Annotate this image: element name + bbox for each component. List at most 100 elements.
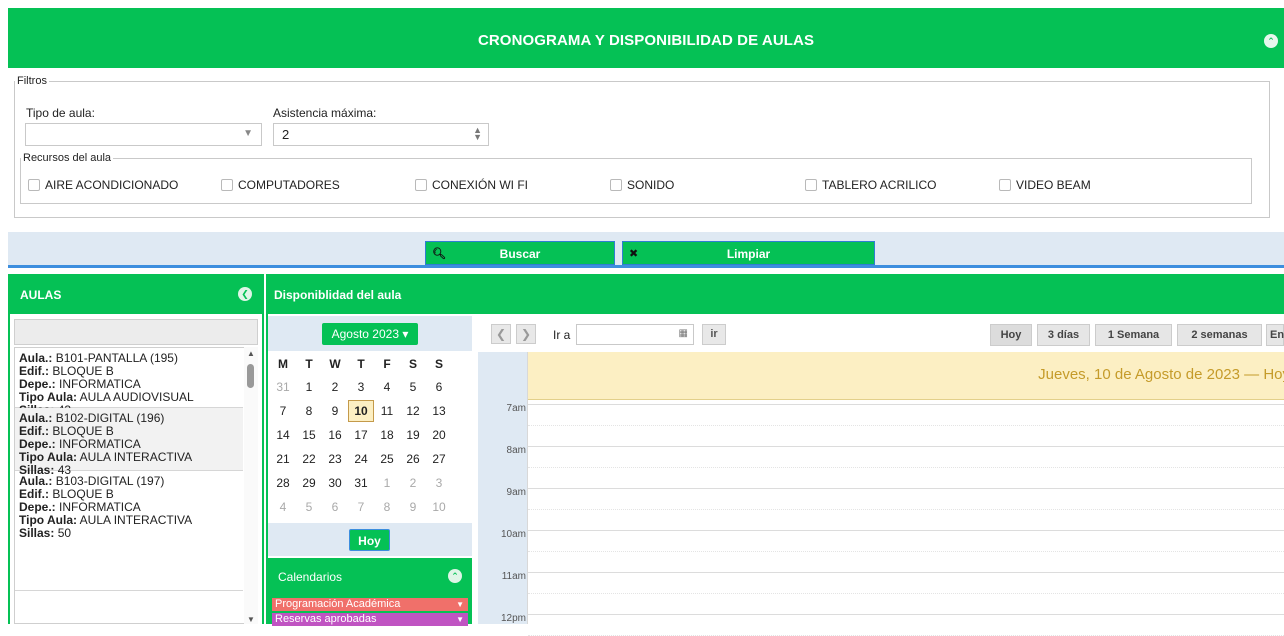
calendar-day[interactable]: 11 bbox=[374, 404, 400, 418]
checkbox-conexion-wifi[interactable]: CONEXIÓN WI FI bbox=[415, 178, 528, 192]
calendar-item-programacion[interactable]: Programación Académica ▼ bbox=[272, 598, 468, 611]
checkbox-box[interactable] bbox=[805, 179, 817, 191]
calendar-day[interactable]: 31 bbox=[270, 380, 296, 394]
chevron-down-icon[interactable]: ▼ bbox=[456, 613, 464, 626]
calendar-day[interactable]: 5 bbox=[400, 380, 426, 394]
chevron-down-icon[interactable]: ▼ bbox=[456, 598, 464, 611]
calendar-day[interactable]: 21 bbox=[270, 452, 296, 466]
calendar-item-reservas[interactable]: Reservas aprobadas ▼ bbox=[272, 613, 468, 626]
checkbox-box[interactable] bbox=[28, 179, 40, 191]
calendar-day[interactable]: 8 bbox=[296, 404, 322, 418]
limpiar-label: Limpiar bbox=[726, 247, 771, 261]
scroll-up-icon[interactable]: ▲ bbox=[247, 349, 255, 358]
calendar-day[interactable]: 16 bbox=[322, 428, 348, 442]
view-1semana-button[interactable]: 1 Semana bbox=[1095, 324, 1172, 346]
hour-label: 12pm bbox=[500, 613, 526, 624]
tipo-label: Tipo Aula: bbox=[19, 450, 77, 464]
view-2semanas-button[interactable]: 2 semanas bbox=[1177, 324, 1262, 346]
calendar-day[interactable]: 7 bbox=[348, 500, 374, 514]
aula-depe: INFORMATICA bbox=[59, 500, 141, 514]
aula-edif: BLOQUE B bbox=[52, 487, 114, 501]
calendar-day[interactable]: 28 bbox=[270, 476, 296, 490]
calendar-day[interactable]: 15 bbox=[296, 428, 322, 442]
collapse-header-icon[interactable]: ⌃ bbox=[1264, 34, 1278, 48]
calendar-icon[interactable]: ▦ bbox=[679, 328, 689, 339]
checkbox-tablero-acrilico[interactable]: TABLERO ACRILICO bbox=[805, 178, 936, 192]
calendar-day[interactable]: 30 bbox=[322, 476, 348, 490]
view-extra-button[interactable]: En bbox=[1266, 324, 1284, 346]
checkbox-computadores[interactable]: COMPUTADORES bbox=[221, 178, 340, 192]
half-hour-line bbox=[528, 425, 1284, 426]
calendar-day[interactable]: 8 bbox=[374, 500, 400, 514]
checkbox-box[interactable] bbox=[999, 179, 1011, 191]
calendar-day[interactable]: 1 bbox=[374, 476, 400, 490]
calendar-day[interactable]: 18 bbox=[374, 428, 400, 442]
calendar-day[interactable]: 3 bbox=[426, 476, 452, 490]
calendar-day[interactable]: 23 bbox=[322, 452, 348, 466]
calendar-day[interactable]: 9 bbox=[322, 404, 348, 418]
buscar-button[interactable]: 🔍︎ Buscar bbox=[425, 241, 615, 265]
spinner-icon[interactable]: ▲ ▼ bbox=[473, 126, 482, 142]
aulas-scrollbar[interactable]: ▲ ▼ bbox=[244, 347, 258, 624]
scroll-down-icon[interactable]: ▼ bbox=[247, 615, 255, 624]
calendar-day[interactable]: 17 bbox=[348, 428, 374, 442]
calendar-day[interactable]: 27 bbox=[426, 452, 452, 466]
aula-field-label: Aula.: bbox=[19, 351, 53, 365]
calendar-day[interactable]: 5 bbox=[296, 500, 322, 514]
prev-button[interactable]: ❮ bbox=[491, 324, 511, 344]
calendar-day[interactable]: 10 bbox=[426, 500, 452, 514]
next-button[interactable]: ❯ bbox=[516, 324, 536, 344]
calendar-day[interactable]: 29 bbox=[296, 476, 322, 490]
calendar-day[interactable]: 2 bbox=[400, 476, 426, 490]
calendar-day[interactable]: 19 bbox=[400, 428, 426, 442]
hoy-mini-button[interactable]: Hoy bbox=[349, 529, 390, 551]
calendar-day[interactable]: 3 bbox=[348, 380, 374, 394]
aula-field-label: Aula.: bbox=[19, 474, 53, 488]
checkbox-aire-acondicionado[interactable]: AIRE ACONDICIONADO bbox=[28, 178, 178, 192]
checkbox-sonido[interactable]: SONIDO bbox=[610, 178, 674, 192]
calendar-item-label: Programación Académica bbox=[275, 598, 401, 610]
calendar-day[interactable]: 12 bbox=[400, 404, 426, 418]
checkbox-box[interactable] bbox=[221, 179, 233, 191]
calendar-day[interactable]: 6 bbox=[322, 500, 348, 514]
scroll-thumb[interactable] bbox=[247, 364, 254, 388]
calendar-day[interactable]: 25 bbox=[374, 452, 400, 466]
limpiar-button[interactable]: ✖ Limpiar bbox=[622, 241, 875, 265]
checkbox-video-beam[interactable]: VIDEO BEAM bbox=[999, 178, 1091, 192]
ir-button[interactable]: ir bbox=[702, 324, 726, 345]
list-item[interactable]: Aula.: B103-DIGITAL (197) Edif.: BLOQUE … bbox=[15, 471, 243, 591]
calendar-day[interactable]: 26 bbox=[400, 452, 426, 466]
checkbox-box[interactable] bbox=[415, 179, 427, 191]
view-hoy-button[interactable]: Hoy bbox=[990, 324, 1032, 346]
dayview-corner bbox=[478, 352, 528, 400]
asistencia-input[interactable]: 2 ▲ ▼ bbox=[273, 123, 489, 146]
depe-label: Depe.: bbox=[19, 377, 56, 391]
calendar-day[interactable]: 14 bbox=[270, 428, 296, 442]
calendar-day-today[interactable]: 10 bbox=[348, 400, 374, 422]
calendar-day[interactable]: 7 bbox=[270, 404, 296, 418]
tipo-aula-select[interactable]: ▼ bbox=[25, 123, 262, 146]
calendar-day[interactable]: 20 bbox=[426, 428, 452, 442]
calendar-day[interactable]: 6 bbox=[426, 380, 452, 394]
calendar-day[interactable]: 9 bbox=[400, 500, 426, 514]
aulas-search-bar[interactable] bbox=[14, 319, 258, 345]
calendar-day[interactable]: 2 bbox=[322, 380, 348, 394]
list-item[interactable]: Aula.: B101-PANTALLA (195) Edif.: BLOQUE… bbox=[15, 348, 243, 417]
ir-a-date-input[interactable]: ▦ bbox=[576, 324, 694, 345]
calendar-day[interactable]: 1 bbox=[296, 380, 322, 394]
list-item[interactable]: Aula.: B102-DIGITAL (196) Edif.: BLOQUE … bbox=[15, 408, 243, 477]
calendar-day[interactable]: 13 bbox=[426, 404, 452, 418]
chevron-down-icon: ▼ bbox=[243, 128, 253, 139]
month-select-button[interactable]: Agosto 2023 ▾ bbox=[322, 323, 418, 345]
calendar-day[interactable]: 4 bbox=[374, 380, 400, 394]
aulas-list[interactable]: Aula.: B101-PANTALLA (195) Edif.: BLOQUE… bbox=[14, 347, 258, 624]
collapse-left-icon[interactable]: ❮ bbox=[238, 287, 252, 301]
view-3dias-button[interactable]: 3 días bbox=[1037, 324, 1090, 346]
calendar-day[interactable]: 4 bbox=[270, 500, 296, 514]
calendar-day[interactable]: 24 bbox=[348, 452, 374, 466]
collapse-up-icon[interactable]: ⌃ bbox=[448, 569, 462, 583]
calendar-day[interactable]: 31 bbox=[348, 476, 374, 490]
aulas-title: AULAS bbox=[20, 288, 62, 302]
checkbox-box[interactable] bbox=[610, 179, 622, 191]
calendar-day[interactable]: 22 bbox=[296, 452, 322, 466]
